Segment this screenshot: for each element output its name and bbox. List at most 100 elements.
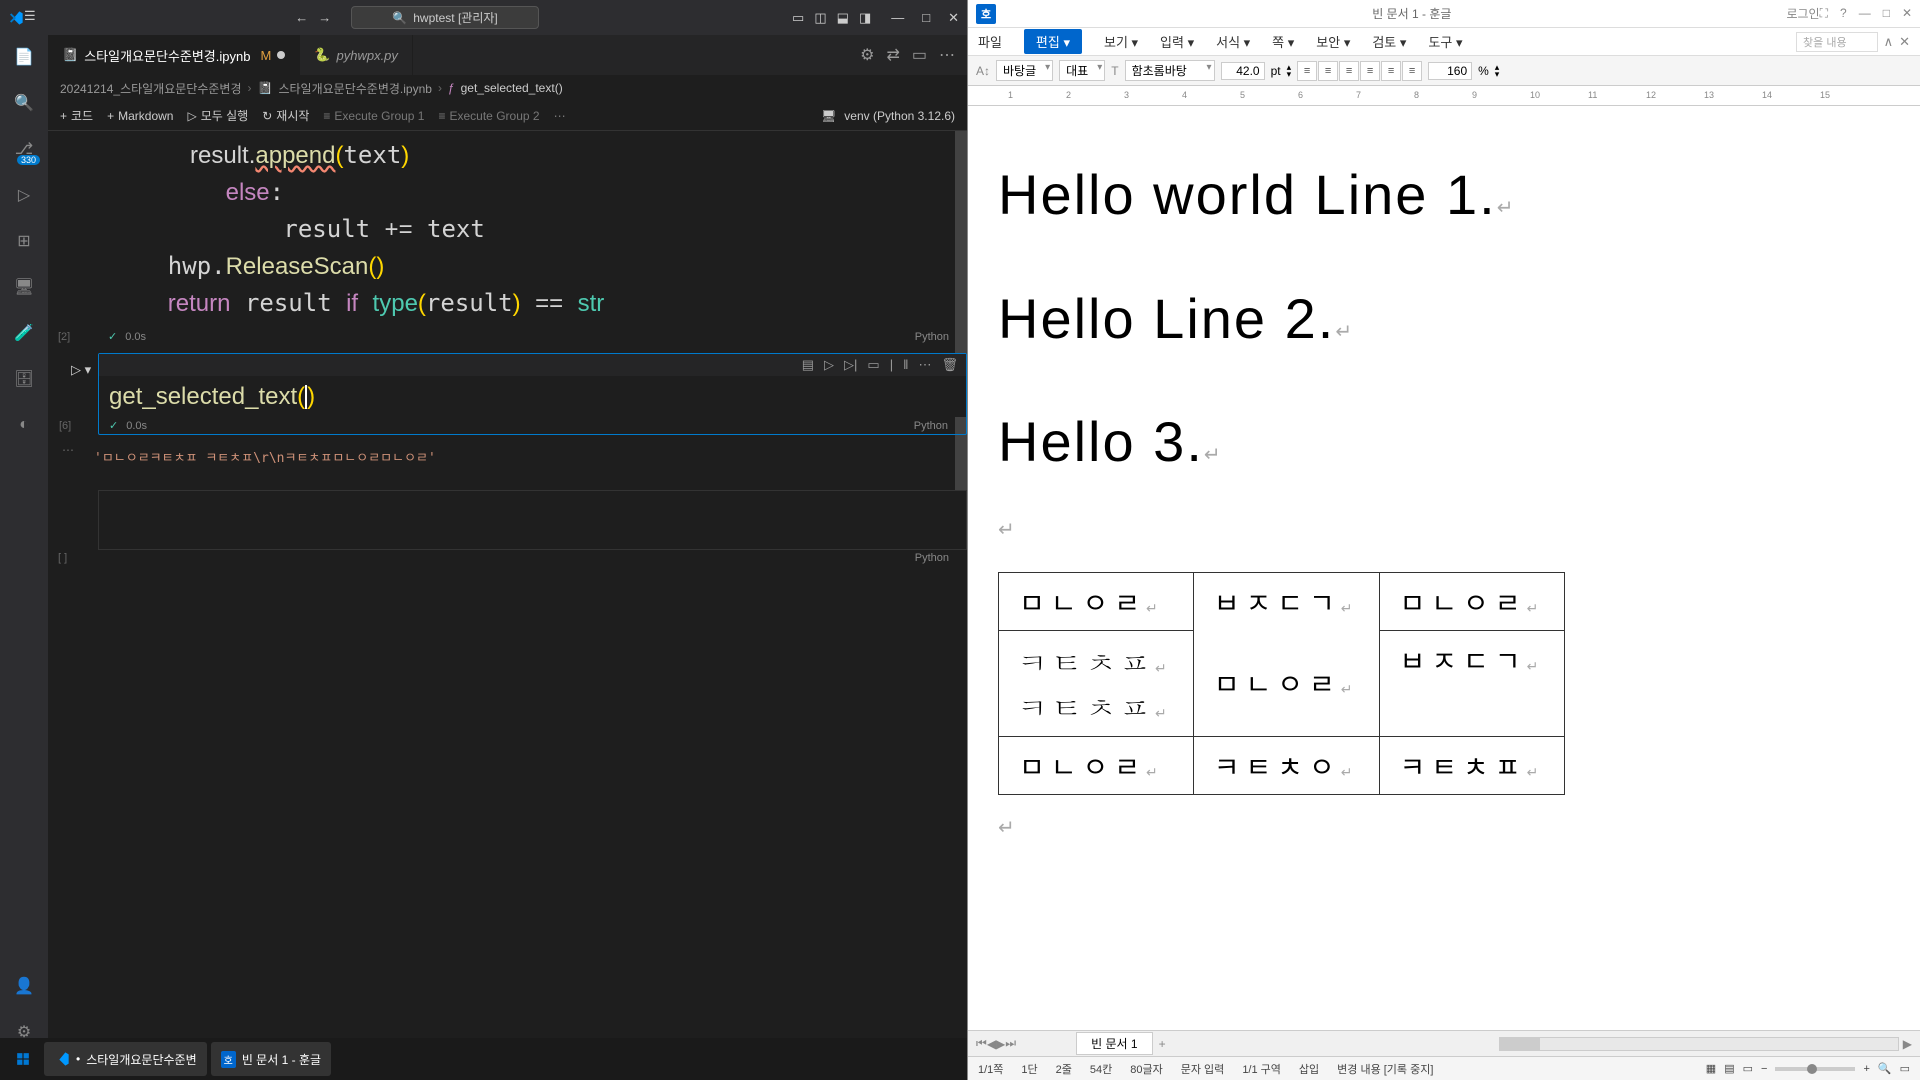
zoom-fit-icon[interactable]: 🔍 [1878,1062,1892,1075]
zoom-slider[interactable] [1775,1067,1855,1071]
status-mode[interactable]: 문자 입력 [1181,1061,1225,1077]
menu-input[interactable]: 입력 ▾ [1160,32,1194,51]
view-icon-1[interactable]: ▦ [1706,1062,1716,1075]
status-col[interactable]: 54칸 [1090,1061,1112,1077]
breadcrumb[interactable]: 20241214_스타일개요문단수준변경 › 📓 스타일개요문단수준변경.ipy… [48,75,967,101]
cell-merge-icon[interactable]: ‖ [903,357,908,373]
hwp-page[interactable]: Hello world Line 1.↵ Hello Line 2.↵ Hell… [968,106,1920,1030]
table-cell[interactable]: ㅋㅌㅊㅇ↵ [1193,737,1379,795]
hwp-minimize-icon[interactable]: — [1859,6,1871,21]
db-icon[interactable]: 🗄 [10,365,38,393]
doc-tab[interactable]: 빈 문서 1 [1076,1032,1152,1055]
add-code-button[interactable]: + 코드 [60,107,93,124]
menu-review[interactable]: 검토 ▾ [1372,32,1406,51]
layout-icon-4[interactable]: ◨ [859,10,871,26]
align-justify-button[interactable]: ≡ [1360,61,1380,81]
code-input[interactable]: get_selected_text() [99,376,966,417]
hwp-ruler[interactable]: 123456789101112131415 [968,86,1920,106]
layout-icon-3[interactable]: ⬓ [837,10,849,26]
tab-nav-first-icon[interactable]: ⏮ [976,1036,987,1051]
run-all-button[interactable]: ▷ 모두 실행 [187,107,248,124]
menu-file[interactable]: 파일 [978,32,1002,51]
view-icon-2[interactable]: ▤ [1724,1062,1734,1075]
status-track[interactable]: 변경 내용 [기록 중지] [1337,1061,1433,1077]
test-icon[interactable]: 🧪 [10,319,38,347]
zoom-out-button[interactable]: − [1761,1063,1767,1075]
cell-split-icon[interactable]: ▭ [867,357,879,373]
maximize-icon[interactable]: □ [922,10,930,26]
hwp-close-icon[interactable]: ✕ [1902,6,1912,21]
text-line-3[interactable]: Hello 3.↵ [998,393,1890,487]
menu-search-input[interactable]: 찾을 내용 [1796,32,1878,52]
menu-format[interactable]: 서식 ▾ [1216,32,1250,51]
start-button[interactable] [6,1042,40,1076]
add-markdown-button[interactable]: + Markdown [107,109,173,123]
zoom-menu-icon[interactable]: ▭ [1900,1062,1910,1075]
hamburger-icon[interactable]: ☰ [24,8,44,28]
nav-back-icon[interactable]: ← [295,10,308,25]
menu-edit[interactable]: 편집 ▾ [1024,29,1082,54]
tab-nav-prev-icon[interactable]: ◀ [987,1037,996,1051]
tab-notebook[interactable]: 📓 스타일개요문단수준변경.ipynb M [48,35,300,75]
table-cell[interactable]: ㅁㄴㅇㄹ↵ [999,737,1194,795]
tab-nav-last-icon[interactable]: ⏭ [1005,1036,1016,1051]
menu-security[interactable]: 보안 ▾ [1316,32,1350,51]
expand-icon[interactable]: ⛶ [1820,6,1828,21]
align-left-button[interactable]: ≡ [1297,61,1317,81]
other-icon[interactable]: ◐ [10,411,38,439]
align-right-button[interactable]: ≡ [1339,61,1359,81]
status-line[interactable]: 2줄 [1056,1061,1072,1077]
status-chars[interactable]: 80글자 [1130,1061,1162,1077]
size-input[interactable]: 42.0 [1221,62,1265,80]
menu-view[interactable]: 보기 ▾ [1104,32,1138,51]
text-line-2[interactable]: Hello Line 2.↵ [998,270,1890,364]
table-cell[interactable]: ㅂㅈㄷㄱ↵ㅁㄴㅇㄹ↵ [1193,572,1379,737]
cell-run-above-icon[interactable]: ▷ [824,357,834,373]
status-insert[interactable]: 삽입 [1299,1061,1319,1077]
login-link[interactable]: 로그인 [1786,5,1819,22]
output-collapse-icon[interactable]: ⋯ [62,443,74,457]
cell-run-below-icon[interactable]: ▷| [844,357,857,373]
tab-action-diff-icon[interactable]: ⇄ [886,45,899,65]
align-center-button[interactable]: ≡ [1318,61,1338,81]
add-doc-tab-button[interactable]: + [1159,1037,1166,1051]
table-cell[interactable]: ㅋㅌㅊㅍ↵ㅋㅌㅊㅍ↵ [999,630,1194,737]
menu-tools[interactable]: 도구 ▾ [1428,32,1462,51]
exec-group-2-button[interactable]: ≡ Execute Group 2 [438,109,539,123]
account-icon[interactable]: 👤 [10,972,38,1000]
layout-icon-1[interactable]: ▭ [792,10,804,26]
minimize-icon[interactable]: — [891,10,904,26]
run-cell-button[interactable]: ▷ ▾ [71,362,91,378]
tab-pyhwpx[interactable]: 🐍 pyhwpx.py [300,35,413,75]
align-dist-button[interactable]: ≡ [1381,61,1401,81]
menu-page[interactable]: 쪽 ▾ [1272,32,1294,51]
scm-icon[interactable]: ⎇330 [10,135,38,163]
nav-fwd-icon[interactable]: → [318,10,331,25]
align-6-button[interactable]: ≡ [1402,61,1422,81]
layout-icon-2[interactable]: ◫ [814,10,826,26]
empty-code-input[interactable] [98,490,967,550]
taskbar-hwp[interactable]: 호 빈 문서 1 - 훈글 [211,1042,331,1076]
menu-collapse-icon[interactable]: ∧ [1884,34,1894,50]
kernel-selector[interactable]: venv (Python 3.12.6) [844,109,955,123]
view-icon-3[interactable]: ▭ [1743,1062,1753,1075]
status-dan[interactable]: 1단 [1021,1061,1037,1077]
extensions-icon[interactable]: ⊞ [10,227,38,255]
tab-nav-next-icon[interactable]: ▶ [996,1037,1005,1051]
explorer-icon[interactable]: 📄 [10,43,38,71]
restart-button[interactable]: ↻ 재시작 [262,107,309,124]
status-page[interactable]: 1/1쪽 [978,1061,1003,1077]
status-section[interactable]: 1/1 구역 [1242,1061,1281,1077]
table-cell[interactable]: ㅁㄴㅇㄹ↵ [999,572,1194,630]
menu-close-icon[interactable]: ✕ [1899,34,1910,50]
search-activity-icon[interactable]: 🔍 [10,89,38,117]
taskbar-vscode[interactable]: • 스타일개요문단수준변 [44,1042,207,1076]
zoom-input[interactable]: 160 [1428,62,1472,80]
remote-icon[interactable]: 🖥 [10,273,38,301]
cell-run-icon[interactable]: ▤ [802,357,814,373]
more-button[interactable]: ⋯ [554,109,566,123]
tab-action-more-icon[interactable]: ⋯ [939,45,955,65]
scroll-right-icon[interactable]: ▶ [1903,1037,1912,1051]
help-icon[interactable]: ? [1840,6,1847,21]
close-icon[interactable]: ✕ [948,10,959,26]
